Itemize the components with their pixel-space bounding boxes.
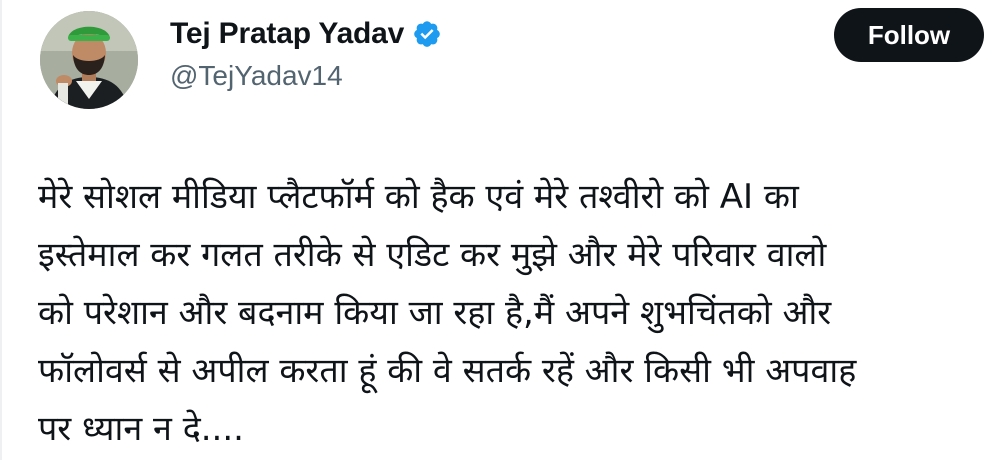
tweet-text-line: पर ध्यान न दे....	[38, 409, 244, 449]
author-name-row: Tej Pratap Yadav	[170, 14, 442, 54]
tweet-text-line: मेरे सोशल मीडिया प्लैटफॉर्म को हैक एवं म…	[38, 177, 799, 217]
tweet-card: Tej Pratap Yadav @TejYadav14 Follow मेरे…	[0, 0, 1008, 460]
avatar[interactable]	[40, 11, 138, 109]
profile-photo-icon	[40, 11, 138, 109]
tweet-text-line: फॉलोवर्स से अपील करता हूं की वे सतर्क रह…	[38, 351, 857, 391]
author-display-name[interactable]: Tej Pratap Yadav	[170, 17, 404, 51]
author-handle[interactable]: @TejYadav14	[170, 60, 343, 92]
tweet-text-line: इस्तेमाल कर गलत तरीके से एडिट कर मुझे और…	[38, 235, 827, 275]
verified-badge-icon	[412, 19, 442, 49]
follow-button[interactable]: Follow	[834, 8, 984, 62]
tweet-text: मेरे सोशल मीडिया प्लैटफॉर्म को हैक एवं म…	[38, 168, 998, 458]
tweet-text-line: को परेशान और बदनाम किया जा रहा है,मैं अप…	[38, 293, 832, 333]
